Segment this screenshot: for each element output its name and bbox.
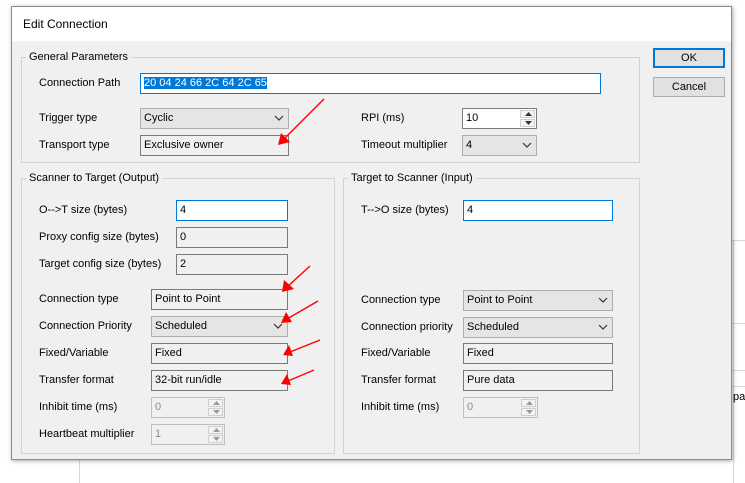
cancel-button[interactable]: Cancel <box>653 77 725 97</box>
output-connection-type-value: Point to Point <box>155 293 221 305</box>
spin-down-button[interactable] <box>520 119 535 127</box>
output-inhibit-time-spinner[interactable]: 0 <box>151 397 225 418</box>
background-divider <box>733 240 734 483</box>
target-config-field[interactable]: 2 <box>176 254 288 275</box>
background-divider <box>731 323 745 324</box>
title-bar: Edit Connection <box>12 7 731 41</box>
output-connection-type-field[interactable]: Point to Point <box>151 289 288 310</box>
ok-button[interactable]: OK <box>653 48 725 68</box>
to-size-field[interactable]: 4 <box>463 200 613 221</box>
input-fixed-variable-field[interactable]: Fixed <box>463 343 613 364</box>
spin-up-button[interactable] <box>521 399 536 407</box>
transport-type-field[interactable]: Exclusive owner <box>140 135 289 156</box>
input-connection-type-select[interactable]: Point to Point <box>463 290 613 311</box>
spin-up-button[interactable] <box>208 426 223 434</box>
chevron-down-icon <box>598 297 608 303</box>
input-inhibit-time-spinner[interactable]: 0 <box>463 397 538 418</box>
background-divider <box>731 370 745 371</box>
connection-path-label: Connection Path <box>39 77 121 89</box>
output-legend: Scanner to Target (Output) <box>29 172 160 184</box>
input-legend: Target to Scanner (Input) <box>351 172 473 184</box>
spin-down-button[interactable] <box>208 435 223 443</box>
arrow-up-icon <box>213 428 220 432</box>
dialog-title: Edit Connection <box>23 17 108 31</box>
input-connection-priority-value: Scheduled <box>467 321 519 333</box>
input-transfer-format-label: Transfer format <box>361 374 436 386</box>
background-text: pai <box>733 391 745 403</box>
input-connection-priority-label: Connection priority <box>361 321 453 333</box>
connection-path-field[interactable]: 20 04 24 66 2C 64 2C 65 <box>140 73 601 94</box>
general-parameters-group: General Parameters <box>21 51 640 163</box>
heartbeat-multiplier-label: Heartbeat multiplier <box>39 428 135 440</box>
trigger-type-label: Trigger type <box>39 112 98 124</box>
chevron-down-icon <box>273 323 283 329</box>
output-inhibit-time-label: Inhibit time (ms) <box>39 401 118 413</box>
ot-size-value: 4 <box>180 204 187 216</box>
timeout-multiplier-value: 4 <box>466 139 473 151</box>
output-connection-type-label: Connection type <box>39 293 119 305</box>
output-transfer-format-value: 32-bit run/idle <box>155 374 222 386</box>
rpi-spinner[interactable]: 10 <box>462 108 537 129</box>
target-config-value: 2 <box>180 258 187 270</box>
arrow-down-icon <box>526 410 533 414</box>
chevron-down-icon <box>274 115 284 121</box>
proxy-config-value: 0 <box>180 231 187 243</box>
rpi-label: RPI (ms) <box>361 112 405 124</box>
chevron-down-icon <box>598 324 608 330</box>
output-fixed-variable-field[interactable]: Fixed <box>151 343 288 364</box>
to-size-label: T-->O size (bytes) <box>361 204 449 216</box>
proxy-config-label: Proxy config size (bytes) <box>39 231 159 243</box>
input-connection-priority-select[interactable]: Scheduled <box>463 317 613 338</box>
output-transfer-format-label: Transfer format <box>39 374 114 386</box>
connection-path-value: 20 04 24 66 2C 64 2C 65 <box>144 77 267 89</box>
to-size-value: 4 <box>467 204 474 216</box>
spin-down-button[interactable] <box>521 408 536 416</box>
chevron-down-icon <box>522 142 532 148</box>
output-connection-priority-select[interactable]: Scheduled <box>151 316 288 337</box>
arrow-down-icon <box>213 410 220 414</box>
input-inhibit-time-label: Inhibit time (ms) <box>361 401 440 413</box>
background-divider <box>731 240 745 241</box>
input-inhibit-time-value: 0 <box>467 401 474 413</box>
ot-size-field[interactable]: 4 <box>176 200 288 221</box>
timeout-multiplier-select[interactable]: 4 <box>462 135 537 156</box>
background-divider <box>731 386 745 387</box>
input-transfer-format-field[interactable]: Pure data <box>463 370 613 391</box>
input-fixed-variable-value: Fixed <box>467 347 494 359</box>
trigger-type-select[interactable]: Cyclic <box>140 108 289 129</box>
spin-up-button[interactable] <box>520 110 535 118</box>
spin-up-button[interactable] <box>208 399 223 407</box>
input-connection-type-value: Point to Point <box>467 294 533 306</box>
arrow-up-icon <box>525 112 532 116</box>
spin-down-button[interactable] <box>208 408 223 416</box>
arrow-up-icon <box>526 401 533 405</box>
output-connection-priority-label: Connection Priority <box>39 320 132 332</box>
input-fixed-variable-label: Fixed/Variable <box>361 347 431 359</box>
background-divider <box>79 456 80 483</box>
transport-type-label: Transport type <box>39 139 110 151</box>
output-transfer-format-field[interactable]: 32-bit run/idle <box>151 370 288 391</box>
heartbeat-multiplier-spinner[interactable]: 1 <box>151 424 225 445</box>
general-parameters-legend: General Parameters <box>29 51 129 63</box>
arrow-up-icon <box>213 401 220 405</box>
edit-connection-dialog: Edit Connection General Parameters Conne… <box>11 6 732 460</box>
transport-type-value: Exclusive owner <box>144 139 224 151</box>
output-inhibit-time-value: 0 <box>155 401 162 413</box>
arrow-down-icon <box>213 437 220 441</box>
timeout-multiplier-label: Timeout multiplier <box>361 139 448 151</box>
target-config-label: Target config size (bytes) <box>39 258 162 270</box>
output-connection-priority-value: Scheduled <box>155 320 207 332</box>
output-fixed-variable-value: Fixed <box>155 347 182 359</box>
input-connection-type-label: Connection type <box>361 294 441 306</box>
proxy-config-field[interactable]: 0 <box>176 227 288 248</box>
heartbeat-multiplier-value: 1 <box>155 428 162 440</box>
output-fixed-variable-label: Fixed/Variable <box>39 347 109 359</box>
ot-size-label: O-->T size (bytes) <box>39 204 128 216</box>
trigger-type-value: Cyclic <box>144 112 174 124</box>
input-transfer-format-value: Pure data <box>467 374 515 386</box>
rpi-value: 10 <box>466 112 479 124</box>
arrow-down-icon <box>525 121 532 125</box>
